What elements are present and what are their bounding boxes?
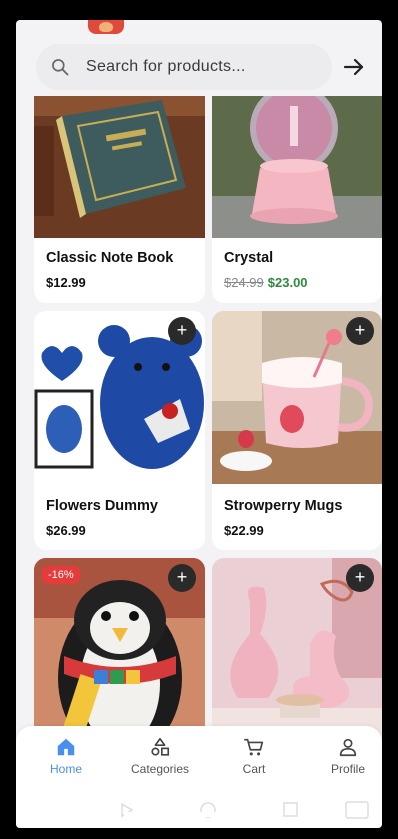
add-to-cart-button[interactable]: + [168, 317, 196, 345]
product-card[interactable]: Crystal $24.99 $23.00 [212, 96, 382, 303]
nav-cart-label: Cart [242, 762, 266, 776]
cart-icon [244, 738, 264, 756]
product-price: $22.99 [224, 523, 264, 538]
product-old-price: $24.99 [224, 275, 264, 290]
product-card[interactable]: + Strowperry Mugs $22.99 [212, 311, 382, 550]
nav-profile-label: Profile [330, 762, 365, 776]
nav-profile[interactable]: Profile [308, 736, 382, 776]
person-icon [339, 738, 357, 757]
search-icon [52, 59, 69, 76]
home-icon [57, 738, 75, 756]
nav-home[interactable]: Home [26, 736, 106, 776]
search-bar[interactable] [36, 44, 332, 90]
product-price: $24.99 $23.00 [224, 275, 308, 290]
product-image [212, 96, 382, 238]
nav-home-label: Home [49, 762, 82, 776]
add-to-cart-button[interactable]: + [346, 564, 374, 592]
bottom-navigation: Home Categories Cart Profile [16, 726, 382, 792]
product-price: $12.99 [46, 275, 86, 290]
nav-categories-label: Categories [130, 762, 190, 776]
status-emoji-icon [88, 20, 124, 34]
product-name: Flowers Dummy [46, 498, 158, 514]
home-indicator [124, 812, 274, 817]
system-navigation-bar [16, 792, 382, 828]
product-name: Strowperry Mugs [224, 498, 343, 514]
product-card[interactable]: -16% + [34, 558, 205, 748]
add-to-cart-button[interactable]: + [346, 317, 374, 345]
app-screen: Classic Note Book $12.99 Crystal $24.99$… [16, 20, 382, 828]
product-name: Crystal [224, 250, 274, 266]
discount-badge: -16% [42, 566, 80, 584]
product-sale-price: $23.00 [267, 275, 308, 290]
shapes-icon [151, 737, 170, 756]
nav-categories[interactable]: Categories [120, 736, 200, 776]
product-card[interactable]: + [212, 558, 382, 748]
product-name: Classic Note Book [46, 250, 174, 266]
product-image [34, 96, 205, 238]
nav-cart[interactable]: Cart [214, 736, 294, 776]
product-card[interactable]: Classic Note Book $12.99 [34, 96, 205, 303]
arrow-right-icon[interactable] [342, 55, 366, 79]
product-card[interactable]: + Flowers Dummy $26.99 [34, 311, 205, 550]
system-nav-buttons-icon [121, 801, 369, 819]
product-price: $26.99 [46, 523, 86, 538]
search-input[interactable] [84, 57, 308, 77]
add-to-cart-button[interactable]: + [168, 564, 196, 592]
